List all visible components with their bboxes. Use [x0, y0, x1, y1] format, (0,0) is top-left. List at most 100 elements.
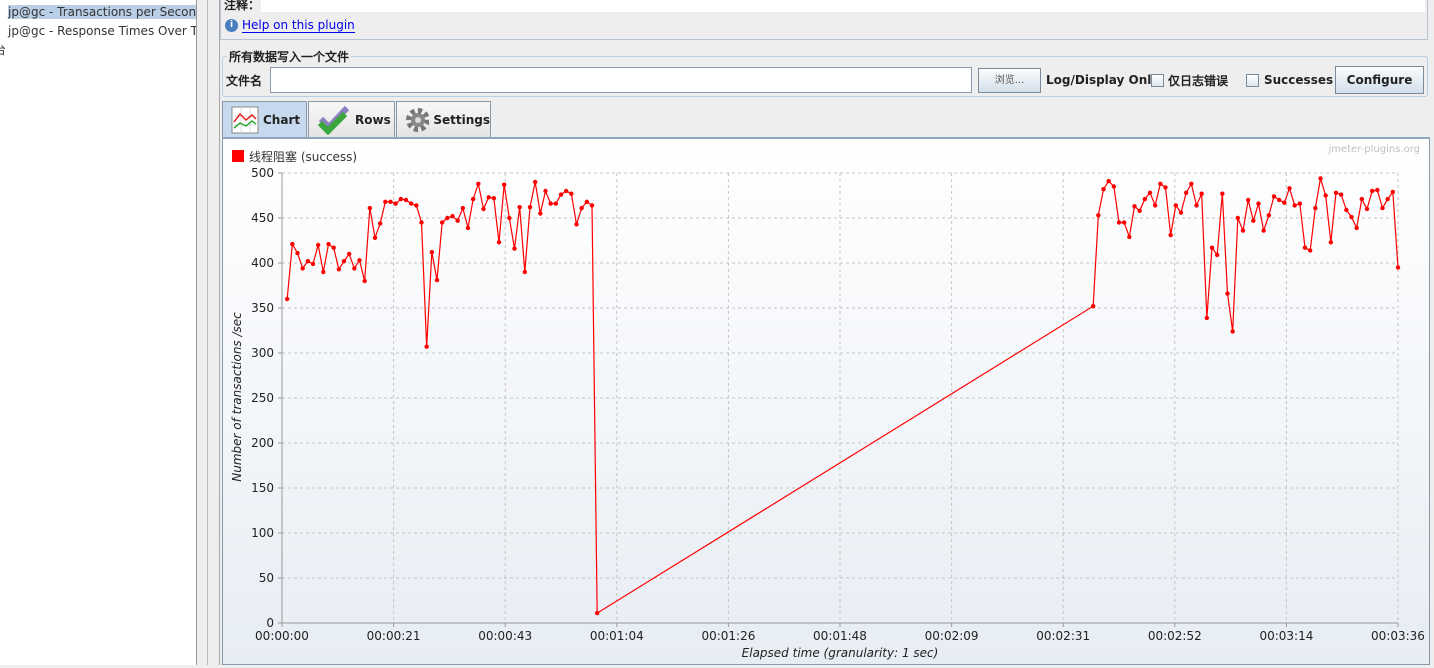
browse-button[interactable]: 浏览... — [978, 68, 1041, 93]
tab-rows-label: Rows — [355, 112, 391, 127]
chart-icon — [231, 106, 259, 133]
data-point — [1271, 194, 1277, 199]
data-point — [1152, 203, 1158, 208]
log-display-label: Log/Display Only: — [1046, 73, 1164, 87]
x-tick-label: 00:02:09 — [925, 629, 979, 643]
data-point — [295, 250, 300, 256]
data-point — [558, 192, 564, 197]
data-point — [579, 205, 584, 211]
data-point — [1173, 203, 1179, 208]
data-point — [517, 205, 522, 210]
data-point — [1209, 245, 1215, 250]
data-point — [527, 205, 533, 210]
y-tick-label: 0 — [266, 616, 274, 630]
data-point — [1121, 220, 1127, 225]
data-point — [1106, 178, 1111, 184]
gear-icon — [406, 107, 430, 132]
data-point — [1307, 248, 1313, 253]
successes-checkbox[interactable] — [1246, 74, 1259, 87]
data-point — [1380, 205, 1385, 211]
data-point — [346, 251, 352, 257]
data-point — [1220, 191, 1225, 196]
errors-label: 仅日志错误 — [1168, 74, 1229, 88]
data-point — [1369, 188, 1375, 194]
data-point — [538, 211, 543, 216]
y-tick-label: 50 — [259, 571, 274, 585]
data-point — [290, 241, 295, 247]
data-point — [589, 203, 595, 208]
data-point — [321, 269, 326, 275]
data-point — [424, 344, 429, 349]
data-point — [507, 215, 512, 221]
data-point — [377, 221, 383, 226]
data-point — [315, 242, 321, 248]
data-point — [569, 191, 574, 196]
watermark: jmeter-plugins.org — [1327, 144, 1420, 155]
data-point — [1251, 218, 1256, 223]
data-point — [1178, 210, 1184, 215]
data-point — [553, 201, 559, 206]
data-point — [1375, 187, 1380, 193]
x-axis-label: Elapsed time (granularity: 1 sec) — [742, 646, 939, 660]
series-line — [286, 178, 1399, 615]
data-point — [326, 241, 331, 247]
data-point — [300, 266, 305, 271]
test-plan-tree: jp@gc - Transactions per Second jp@gc - … — [0, 0, 197, 665]
x-tick-label: 00:01:26 — [701, 629, 755, 643]
legend-label: 线程阻塞 (success) — [249, 149, 357, 164]
data-point — [1287, 186, 1292, 191]
data-point — [352, 266, 357, 271]
tree-item-transactions-per-second[interactable]: jp@gc - Transactions per Second — [0, 3, 196, 21]
x-tick-label: 00:03:14 — [1259, 629, 1313, 643]
tree-item-other[interactable]: 台 — [0, 41, 190, 59]
data-point — [1395, 265, 1401, 270]
y-tick-label: 250 — [251, 391, 274, 405]
data-point — [470, 196, 476, 202]
data-point — [331, 245, 336, 250]
data-point — [455, 218, 460, 223]
x-tick-label: 00:01:04 — [590, 629, 644, 643]
notes-field[interactable] — [261, 0, 1425, 12]
x-tick-label: 00:00:43 — [478, 629, 532, 643]
data-point — [445, 215, 450, 221]
data-point — [1292, 203, 1297, 208]
data-point — [1313, 205, 1318, 211]
legend-swatch — [232, 150, 244, 162]
filename-input[interactable] — [270, 67, 972, 93]
tree-item-response-times[interactable]: jp@gc - Response Times Over Time — [0, 22, 196, 40]
errors-checkbox[interactable] — [1151, 74, 1164, 87]
data-point — [486, 195, 491, 200]
data-point — [532, 179, 538, 185]
split-pane-divider[interactable] — [197, 0, 220, 665]
data-point — [336, 267, 342, 272]
data-point — [1189, 181, 1194, 186]
data-point — [1245, 197, 1251, 203]
data-point — [1142, 196, 1148, 202]
data-point — [1261, 228, 1266, 233]
data-point — [594, 610, 600, 616]
data-point — [496, 240, 502, 245]
help-link[interactable]: Help on this plugin — [242, 18, 355, 33]
data-point — [403, 197, 409, 203]
data-point — [419, 220, 424, 225]
data-point — [1333, 190, 1339, 195]
data-point — [1096, 213, 1101, 218]
data-point — [341, 259, 347, 264]
tab-chart-label: Chart — [263, 112, 301, 127]
tab-settings[interactable]: Settings — [396, 101, 491, 137]
data-point — [450, 214, 455, 219]
data-point — [1349, 214, 1354, 220]
configure-button[interactable]: Configure — [1335, 66, 1424, 94]
data-point — [548, 201, 553, 206]
data-point — [574, 222, 579, 227]
data-point — [543, 188, 548, 194]
tab-chart[interactable]: Chart — [222, 101, 307, 137]
data-point — [1297, 201, 1303, 206]
data-point — [1230, 329, 1235, 334]
data-point — [1266, 213, 1272, 218]
tab-rows[interactable]: Rows — [308, 101, 395, 137]
data-point — [1090, 304, 1096, 309]
data-point — [1194, 203, 1199, 208]
data-point — [372, 235, 378, 240]
data-point — [414, 203, 419, 208]
